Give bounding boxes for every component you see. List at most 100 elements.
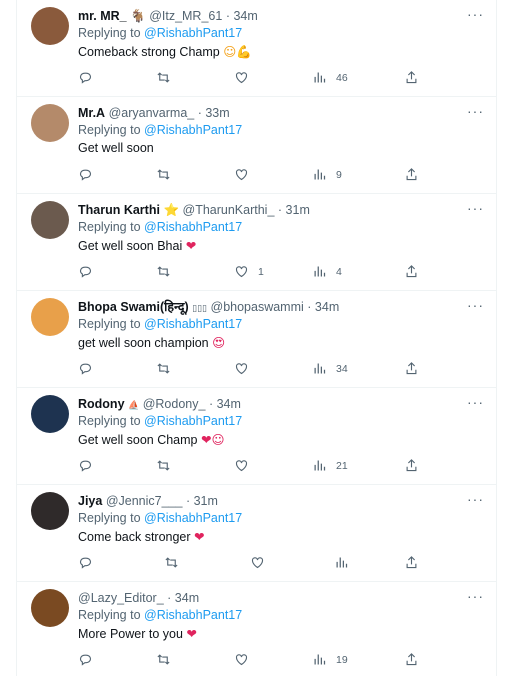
timestamp[interactable]: 33m — [205, 106, 229, 120]
views-button[interactable]: 21 — [312, 458, 348, 473]
retweet-button[interactable] — [156, 167, 171, 182]
user-handle[interactable]: @aryanvarma_ — [109, 106, 195, 120]
user-handle[interactable]: @Rodony_ — [143, 397, 206, 411]
reply-button[interactable] — [78, 70, 93, 85]
share-button[interactable] — [404, 167, 419, 182]
timestamp[interactable]: 31m — [194, 494, 218, 508]
share-button[interactable] — [404, 70, 419, 85]
display-name[interactable]: Bhopa Swami(हिन्दू) — [78, 300, 189, 314]
retweet-button[interactable] — [156, 652, 171, 667]
views-button[interactable]: 34 — [312, 361, 348, 376]
mention-link[interactable]: @RishabhPant17 — [144, 511, 242, 525]
views-button[interactable]: 4 — [312, 264, 342, 279]
reply-button[interactable] — [78, 555, 93, 570]
display-name[interactable]: Jiya — [78, 494, 102, 508]
reply-button[interactable] — [78, 361, 93, 376]
timestamp[interactable]: 34m — [233, 9, 257, 23]
avatar[interactable] — [31, 589, 69, 627]
views-chart-icon — [314, 169, 326, 180]
retweet-button[interactable] — [156, 264, 171, 279]
timestamp[interactable]: 31m — [286, 203, 310, 217]
more-options-icon[interactable]: ··· — [467, 394, 484, 410]
retweet-button[interactable] — [156, 361, 171, 376]
reply-button[interactable] — [78, 167, 93, 182]
user-handle[interactable]: @Lazy_Editor_ — [78, 591, 164, 605]
separator-dot: · — [225, 9, 230, 23]
mention-link[interactable]: @RishabhPant17 — [144, 26, 242, 40]
display-name[interactable]: mr. MR_ — [78, 9, 127, 23]
replying-to: Replying to @RishabhPant17 — [78, 608, 242, 622]
share-button[interactable] — [404, 264, 419, 279]
replying-to: Replying to @RishabhPant17 — [78, 317, 242, 331]
tweet-text: More Power to you ❤ — [78, 626, 197, 641]
timestamp[interactable]: 34m — [217, 397, 241, 411]
mention-link[interactable]: @RishabhPant17 — [144, 220, 242, 234]
more-options-icon[interactable]: ··· — [467, 491, 484, 507]
share-button[interactable] — [404, 652, 419, 667]
share-button[interactable] — [404, 458, 419, 473]
avatar[interactable] — [31, 7, 69, 45]
mention-link[interactable]: @RishabhPant17 — [144, 317, 242, 331]
more-options-icon[interactable]: ··· — [467, 588, 484, 604]
user-handle[interactable]: @Itz_MR_61 — [149, 9, 222, 23]
share-button[interactable] — [404, 555, 419, 570]
avatar[interactable] — [31, 298, 69, 336]
share-icon — [406, 265, 417, 278]
retweet-button[interactable] — [156, 70, 171, 85]
user-handle[interactable]: @Jennic7___ — [106, 494, 183, 508]
share-button[interactable] — [404, 361, 419, 376]
badge-icon: ⛵ — [128, 401, 140, 411]
timestamp[interactable]: 34m — [175, 591, 199, 605]
more-options-icon[interactable]: ··· — [467, 200, 484, 216]
avatar[interactable] — [31, 104, 69, 142]
views-chart-icon — [314, 654, 326, 665]
like-button[interactable]: 1 — [234, 264, 264, 279]
more-options-icon[interactable]: ··· — [467, 297, 484, 313]
mention-link[interactable]: @RishabhPant17 — [144, 414, 242, 428]
mention-link[interactable]: @RishabhPant17 — [144, 123, 242, 137]
reply-button[interactable] — [78, 264, 93, 279]
reply-tweet[interactable]: Jiya @Jennic7___ · 31m ··· Replying to @… — [17, 485, 496, 582]
share-icon — [406, 362, 417, 375]
views-button[interactable] — [334, 555, 358, 570]
mention-link[interactable]: @RishabhPant17 — [144, 608, 242, 622]
retweet-button[interactable] — [156, 458, 171, 473]
heart-icon — [235, 169, 248, 181]
user-handle[interactable]: @bhopaswammi — [211, 300, 304, 314]
like-button[interactable] — [250, 555, 274, 570]
reply-tweet[interactable]: mr. MR_ 🐐 @Itz_MR_61 · 34m ··· Replying … — [17, 0, 496, 97]
more-options-icon[interactable]: ··· — [467, 103, 484, 119]
reply-prefix: Replying to — [78, 414, 141, 428]
like-button[interactable] — [234, 70, 258, 85]
views-button[interactable]: 9 — [312, 167, 342, 182]
heart-emoji-icon: ❤ — [185, 238, 197, 253]
heart-emoji-icon: ❤ — [194, 529, 205, 544]
timestamp[interactable]: 34m — [315, 300, 339, 314]
reply-button[interactable] — [78, 652, 93, 667]
reply-tweet[interactable]: @Lazy_Editor_ · 34m ··· Replying to @Ris… — [17, 582, 496, 676]
avatar[interactable] — [31, 492, 69, 530]
tweet-actions: 19 — [78, 652, 428, 670]
retweet-button[interactable] — [164, 555, 179, 570]
like-button[interactable] — [234, 167, 258, 182]
like-button[interactable] — [234, 458, 258, 473]
avatar[interactable] — [31, 201, 69, 239]
display-name[interactable]: Tharun Karthi — [78, 203, 160, 217]
display-name[interactable]: Rodony — [78, 397, 125, 411]
reply-tweet[interactable]: Rodony ⛵ @Rodony_ · 34m ··· Replying to … — [17, 388, 496, 485]
more-options-icon[interactable]: ··· — [467, 6, 484, 22]
reply-icon — [79, 169, 92, 181]
views-button[interactable]: 46 — [312, 70, 348, 85]
like-button[interactable] — [234, 361, 258, 376]
reply-tweet[interactable]: Bhopa Swami(हिन्दू) ▯▯▯ @bhopaswammi · 3… — [17, 291, 496, 388]
replying-to: Replying to @RishabhPant17 — [78, 26, 242, 40]
views-button[interactable]: 19 — [312, 652, 348, 667]
reply-tweet[interactable]: Mr.A @aryanvarma_ · 33m ··· Replying to … — [17, 97, 496, 194]
user-handle[interactable]: @TharunKarthi_ — [183, 203, 275, 217]
like-button[interactable] — [234, 652, 258, 667]
avatar[interactable] — [31, 395, 69, 433]
display-name[interactable]: Mr.A — [78, 106, 105, 120]
reply-button[interactable] — [78, 458, 93, 473]
reply-tweet[interactable]: Tharun Karthi ⭐ @TharunKarthi_ · 31m ···… — [17, 194, 496, 291]
retweet-icon — [157, 363, 170, 374]
